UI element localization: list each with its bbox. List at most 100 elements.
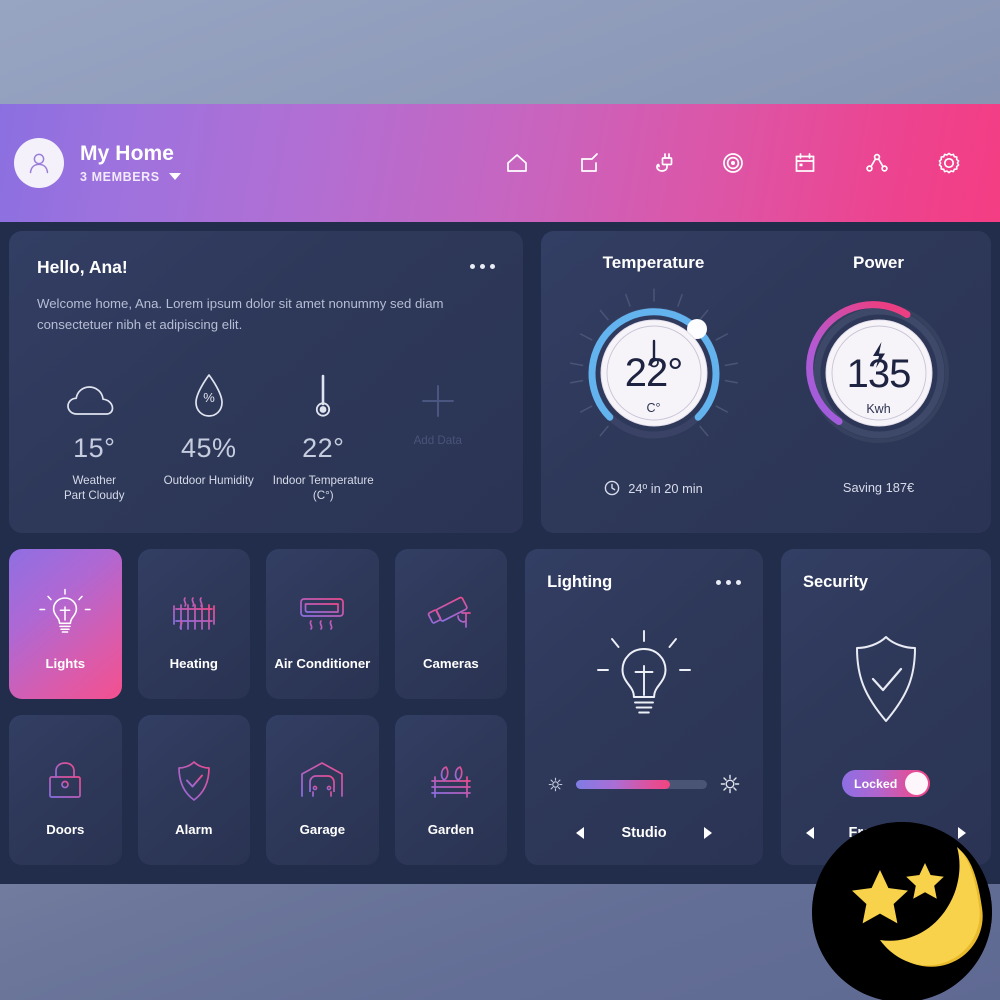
room-next-button[interactable] xyxy=(701,825,715,841)
stat-value: 22° xyxy=(302,432,345,463)
power-gauge-panel: Power 135 Kwh Saving 187€ xyxy=(766,231,991,533)
brightness-high-icon[interactable] xyxy=(719,773,741,795)
device-tile-label: Heating xyxy=(169,655,218,671)
room-selector: Studio xyxy=(547,825,741,841)
home-brand[interactable]: My Home 3 MEMBERS xyxy=(0,138,181,188)
device-tile-label: Alarm xyxy=(175,821,213,837)
plus-icon xyxy=(421,384,454,417)
nav-item-schedule[interactable] xyxy=(790,148,820,178)
security-panel: Security Locked Fr xyxy=(781,549,991,865)
device-tile-label: Garage xyxy=(299,821,346,837)
device-tile-cameras[interactable]: Cameras xyxy=(394,549,508,699)
user-avatar-icon xyxy=(29,153,49,174)
stat-label: Outdoor Humidity xyxy=(163,473,254,487)
gauge-dial xyxy=(825,319,932,427)
stat-label: Indoor Temperature (C°) xyxy=(272,473,374,503)
garden-bench-icon xyxy=(431,765,471,798)
app-header: My Home 3 MEMBERS xyxy=(0,104,1000,222)
nav-item-settings[interactable] xyxy=(934,148,964,178)
main-navigation xyxy=(502,148,1000,178)
lightbulb-icon xyxy=(39,588,92,633)
stat-add-data[interactable]: Add Data xyxy=(381,360,496,504)
dashboard-row-top: Hello, Ana! Welcome home, Ana. Lorem ips… xyxy=(9,231,991,533)
dashboard: Hello, Ana! Welcome home, Ana. Lorem ips… xyxy=(0,222,1000,884)
stat-label: Add Data xyxy=(413,433,462,447)
device-tile-alarm[interactable]: Alarm xyxy=(137,715,251,865)
more-options-icon[interactable] xyxy=(716,573,741,585)
device-tile-label: Lights xyxy=(45,655,86,671)
home-stats: 15° Weather Part Cloudy % 45% Outdoor Hu… xyxy=(37,360,495,504)
device-tile-label: Doors xyxy=(46,821,85,837)
garage-car-icon xyxy=(301,761,344,797)
page-title: My Home xyxy=(80,142,175,166)
power-saving: Saving 187€ xyxy=(843,480,914,495)
share-nodes-icon xyxy=(866,153,888,172)
device-tile-label: Cameras xyxy=(423,655,479,671)
stat-indoor-temperature[interactable]: 22° Indoor Temperature (C°) xyxy=(266,360,381,504)
nav-item-home[interactable] xyxy=(502,148,532,178)
stat-value: 15° xyxy=(73,432,116,463)
toggle-knob xyxy=(905,772,928,795)
arrow-left-icon xyxy=(576,827,585,839)
share-upload-icon xyxy=(581,153,598,172)
power-gauge[interactable]: 135 Kwh xyxy=(789,283,969,468)
gauge-dial xyxy=(600,319,707,427)
device-tile-garden[interactable]: Garden xyxy=(394,715,508,865)
shield-check-icon xyxy=(856,636,916,722)
gauges-card: Temperature 22° C° 24º in 20 min Power 1… xyxy=(541,231,991,533)
lightbulb-icon[interactable] xyxy=(590,625,698,733)
dashboard-row-bottom: Lights Heating Air Conditioner Cameras D… xyxy=(9,549,991,865)
nav-item-devices[interactable] xyxy=(646,148,676,178)
plug-icon xyxy=(656,153,673,172)
padlock-icon xyxy=(49,761,82,798)
device-tile-lights[interactable]: Lights xyxy=(9,549,122,699)
air-conditioner-icon xyxy=(300,597,345,630)
lock-toggle-label: Locked xyxy=(854,776,898,791)
device-tile-doors[interactable]: Doors xyxy=(9,715,122,865)
brightness-low-icon[interactable] xyxy=(547,776,564,793)
arrow-right-icon xyxy=(704,827,713,839)
device-tile-label: Air Conditioner xyxy=(274,655,371,671)
lock-toggle[interactable]: Locked xyxy=(842,770,930,797)
shield-check-icon xyxy=(177,760,210,801)
lighting-title: Lighting xyxy=(547,573,613,591)
power-footer-text: Saving 187€ xyxy=(842,480,915,495)
stat-value: 45% xyxy=(180,432,237,463)
device-tile-heating[interactable]: Heating xyxy=(137,549,251,699)
nav-item-network[interactable] xyxy=(862,148,892,178)
target-icon xyxy=(723,153,743,173)
temperature-gauge[interactable]: 22° C° xyxy=(564,283,744,468)
more-options-icon[interactable] xyxy=(470,257,495,269)
device-tile-garage[interactable]: Garage xyxy=(266,715,379,865)
chevron-down-icon[interactable] xyxy=(168,173,181,181)
members-count: 3 MEMBERS xyxy=(80,169,160,184)
radiator-icon xyxy=(172,596,215,630)
device-tiles: Lights Heating Air Conditioner Cameras D… xyxy=(9,549,508,865)
calendar-icon xyxy=(795,153,815,172)
temperature-footer-text: 24º in 20 min xyxy=(628,480,703,496)
nav-item-rooms[interactable] xyxy=(574,148,604,178)
cctv-camera-icon xyxy=(427,596,471,628)
room-name: Studio xyxy=(621,825,667,841)
temperature-title: Temperature xyxy=(602,253,705,272)
avatar[interactable] xyxy=(14,138,64,188)
brightness-slider-fill xyxy=(576,779,671,789)
stat-label: Weather Part Cloudy xyxy=(63,473,125,503)
brightness-slider-row xyxy=(547,773,741,795)
temperature-forecast: 24º in 20 min xyxy=(604,480,703,496)
device-tile-label: Garden xyxy=(427,821,474,837)
room-prev-button[interactable] xyxy=(573,825,587,841)
power-title: Power xyxy=(852,253,905,272)
device-tile-air-conditioner[interactable]: Air Conditioner xyxy=(266,549,379,699)
stat-outdoor-humidity[interactable]: % 45% Outdoor Humidity xyxy=(152,360,267,504)
thermometer-icon xyxy=(316,374,331,417)
cloud-icon xyxy=(67,385,114,415)
brightness-slider[interactable] xyxy=(576,779,707,789)
nav-item-automation[interactable] xyxy=(718,148,748,178)
night-mode-badge[interactable] xyxy=(812,822,992,1000)
lighting-panel: Lighting Studio xyxy=(525,549,763,865)
humidity-drop-icon: % xyxy=(194,373,223,417)
gear-icon xyxy=(938,152,960,174)
stat-weather[interactable]: 15° Weather Part Cloudy xyxy=(37,360,152,504)
temperature-gauge-panel: Temperature 22° C° 24º in 20 min xyxy=(541,231,766,533)
